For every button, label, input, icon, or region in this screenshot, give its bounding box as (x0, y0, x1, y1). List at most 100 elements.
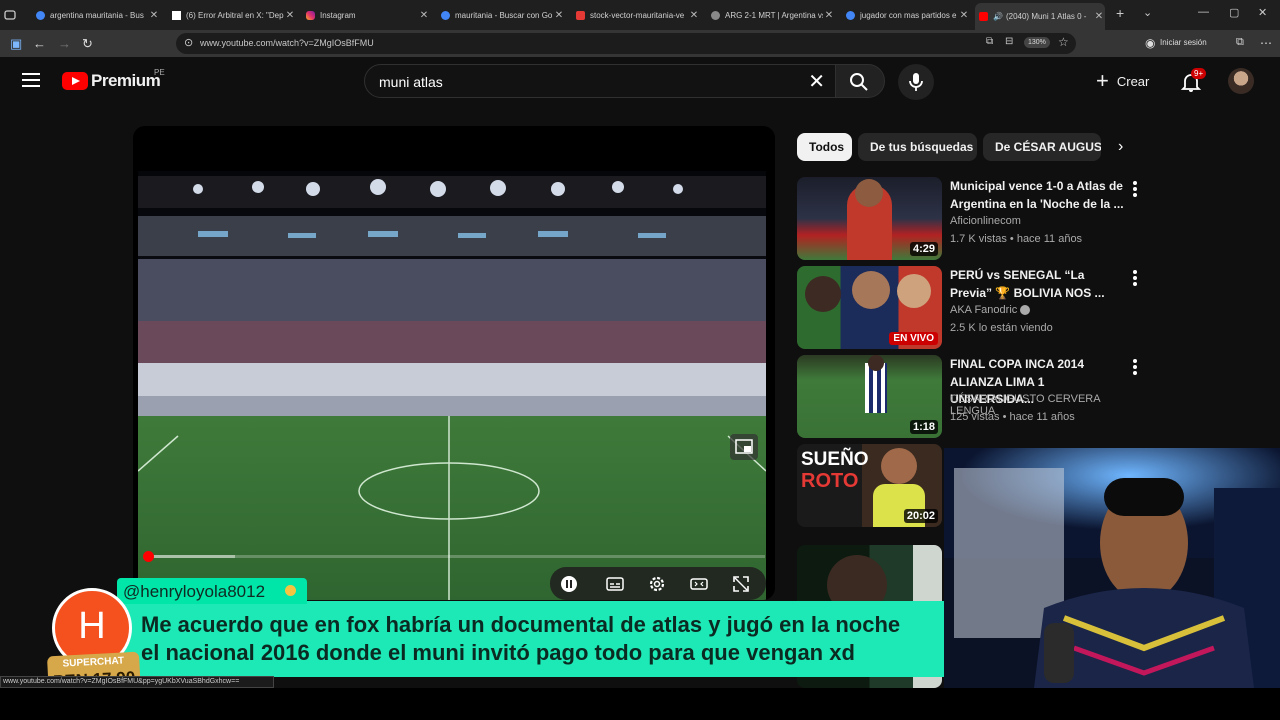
search-button[interactable] (835, 64, 885, 98)
chip-all[interactable]: Todos (797, 133, 852, 161)
chip-from-channel[interactable]: De CÉSAR AUGUSTO (983, 133, 1101, 161)
browser-tab[interactable]: jugador con mas partidos e ✕ (842, 4, 970, 26)
subtitles-icon[interactable] (606, 575, 624, 593)
create-button[interactable]: + Crear (1096, 68, 1149, 93)
plus-icon: + (1096, 68, 1109, 93)
video-thumbnail[interactable]: EN VIVO (797, 266, 942, 349)
screen-share-icon[interactable]: ⧉ (986, 36, 993, 47)
hamburger-menu-icon[interactable] (22, 73, 40, 87)
related-video-item[interactable]: SUEÑO ROTO 20:02 (797, 444, 943, 528)
fullscreen-icon[interactable] (732, 575, 750, 593)
close-tab-icon[interactable]: ✕ (823, 10, 835, 21)
player-head (881, 448, 917, 484)
youtube-premium-logo[interactable]: Premium PE (62, 68, 165, 91)
close-tab-icon[interactable]: ✕ (958, 10, 970, 21)
extensions-icon[interactable]: ⧉ (1236, 36, 1244, 49)
video-frame-stadium (138, 171, 766, 600)
video-meta: 125 vistas • hace 11 años (950, 411, 1075, 423)
player-head (897, 274, 931, 308)
close-tab-icon[interactable]: ✕ (148, 10, 160, 21)
thumbnail-text: ROTO (801, 470, 859, 492)
bottom-black-bar (0, 688, 1280, 720)
pause-icon[interactable] (560, 575, 578, 593)
browser-tab[interactable]: stock-vector-mauritania-ve ✕ (572, 4, 700, 26)
close-tab-icon[interactable]: ✕ (1093, 11, 1105, 22)
reload-icon[interactable]: ↻ (82, 36, 93, 52)
google-favicon-icon (441, 10, 450, 20)
browser-tab[interactable]: Instagram ✕ (302, 4, 430, 26)
picture-in-picture-icon[interactable] (730, 434, 758, 460)
url-text[interactable]: www.youtube.com/watch?v=ZMgIOsBfFMU (200, 38, 374, 48)
account-avatar[interactable] (1228, 68, 1254, 94)
video-title[interactable]: PERÚ vs SENEGAL “La Previa” 🏆 BOLIVIA NO… (950, 267, 1126, 302)
notification-count-badge: 9+ (1191, 68, 1207, 79)
video-thumbnail[interactable]: SUEÑO ROTO 20:02 (797, 444, 942, 527)
player-controls (550, 567, 766, 600)
forward-arrow-icon[interactable]: → (58, 36, 71, 51)
channel-name[interactable]: AKA Fanodric (950, 304, 1140, 316)
site-info-icon[interactable]: ⊙ (184, 36, 193, 49)
chevron-right-icon[interactable]: › (1118, 138, 1123, 156)
video-player[interactable] (133, 126, 775, 600)
video-meta: 1.7 K vistas • hace 11 años (950, 233, 1083, 245)
zoom-level-badge[interactable]: 130% (1024, 37, 1050, 48)
theater-mode-icon[interactable] (690, 575, 708, 593)
browser-tab[interactable]: ARG 2-1 MRT | Argentina vs ✕ (707, 4, 835, 26)
video-thumbnail[interactable]: 1:18 (797, 355, 942, 438)
install-app-icon[interactable]: ⊟ (1005, 36, 1013, 47)
more-options-icon[interactable]: ⋯ (1260, 36, 1272, 50)
new-tab-icon[interactable]: + (1116, 5, 1124, 21)
browser-tab[interactable]: argentina mauritania - Bus ✕ (32, 4, 160, 26)
close-window-icon[interactable]: ✕ (1258, 6, 1267, 19)
minimize-icon[interactable]: — (1198, 6, 1209, 18)
youtube-favicon-icon (979, 12, 988, 21)
settings-gear-icon[interactable] (648, 575, 666, 593)
live-badge: EN VIVO (889, 332, 938, 345)
signin-button[interactable]: Iniciar sesión (1160, 38, 1207, 47)
google-favicon-icon (36, 10, 45, 20)
maximize-icon[interactable]: ▢ (1229, 6, 1239, 19)
tab-actions-button[interactable] (0, 4, 26, 26)
youtube-header: Premium PE muni atlas ✕ + Crear 9+ (0, 57, 1280, 107)
microphone-icon (909, 73, 923, 91)
player-head (855, 179, 883, 207)
close-tab-icon[interactable]: ✕ (553, 10, 565, 21)
scrubber-handle[interactable] (143, 551, 154, 562)
browser-tab[interactable]: mauritania - Buscar con Go ✕ (437, 4, 565, 26)
video-meta: 2.5 K lo están viendo (950, 322, 1053, 334)
favorite-star-icon[interactable]: ☆ (1058, 35, 1069, 49)
host-head (852, 271, 890, 309)
close-tab-icon[interactable]: ✕ (418, 10, 430, 21)
close-tab-icon[interactable]: ✕ (688, 10, 700, 21)
video-progress-bar[interactable] (143, 551, 765, 562)
workspaces-icon[interactable]: ▣ (10, 36, 22, 52)
address-bar[interactable]: ⊙ www.youtube.com/watch?v=ZMgIOsBfFMU ⧉ … (176, 33, 1076, 54)
related-video-item[interactable]: 4:29 Municipal vence 1-0 a Atlas de Arge… (797, 177, 1147, 261)
tab-list-chevron-icon[interactable]: ⌄ (1143, 6, 1152, 19)
chip-from-searches[interactable]: De tus búsquedas (858, 133, 977, 161)
clear-search-icon[interactable]: ✕ (808, 69, 825, 94)
more-vert-icon[interactable] (1133, 359, 1137, 377)
youtube-play-icon (62, 72, 88, 90)
video-title[interactable]: Municipal vence 1-0 a Atlas de Argentina… (950, 178, 1126, 213)
browser-tab[interactable]: (6) Error Arbitral en X: "Dep ✕ (168, 4, 296, 26)
search-input[interactable]: muni atlas ✕ (364, 64, 836, 98)
browser-tab-active[interactable]: 🔊 (2040) Muni 1 Atlas 0 - ✕ (975, 3, 1105, 30)
player-head (805, 276, 841, 312)
speaker-icon[interactable]: 🔊 (993, 12, 1003, 21)
instagram-favicon-icon (306, 10, 315, 20)
channel-name[interactable]: Aficionlinecom (950, 215, 1140, 227)
profile-icon[interactable]: ◉ (1145, 36, 1155, 50)
back-arrow-icon[interactable]: ← (33, 36, 46, 51)
emoji-icon (285, 585, 296, 596)
close-tab-icon[interactable]: ✕ (284, 10, 296, 21)
x-favicon-icon (172, 10, 181, 20)
related-video-item[interactable]: 1:18 FINAL COPA INCA 2014 ALIANZA LIMA 1… (797, 355, 1147, 439)
voice-search-button[interactable] (898, 64, 934, 100)
video-thumbnail[interactable]: 4:29 (797, 177, 942, 260)
buffer-bar (145, 555, 235, 558)
more-vert-icon[interactable] (1133, 181, 1137, 199)
related-video-item[interactable]: EN VIVO PERÚ vs SENEGAL “La Previa” 🏆 BO… (797, 266, 1147, 350)
tab-list-icon (4, 10, 16, 20)
more-vert-icon[interactable] (1133, 270, 1137, 288)
